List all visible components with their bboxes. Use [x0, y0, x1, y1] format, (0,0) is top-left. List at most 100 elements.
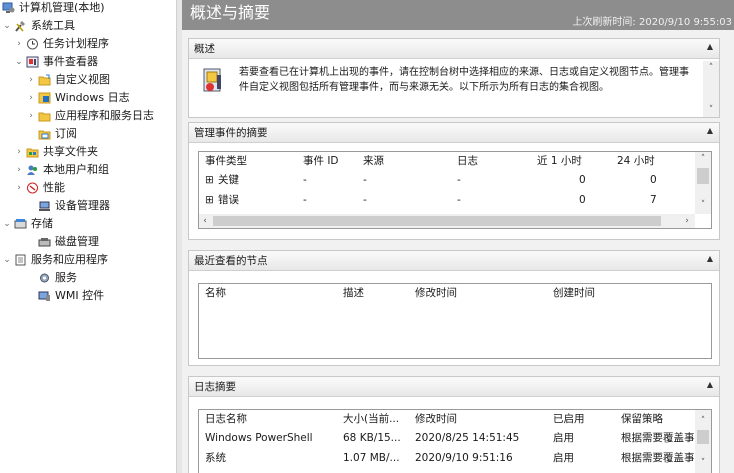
tree-node-shared-folders[interactable]: › 共享文件夹 — [14, 143, 176, 161]
column-header[interactable]: 事件 ID — [303, 154, 339, 169]
chevron-right-icon[interactable]: › — [26, 89, 36, 107]
scroll-down-icon[interactable]: ˅ — [697, 200, 709, 210]
column-header[interactable]: 名称 — [205, 286, 226, 301]
scroll-left-icon[interactable]: ‹ — [199, 216, 211, 226]
tree-node-computer-management[interactable]: 计算机管理(本地) — [0, 0, 176, 17]
tree-node-event-viewer[interactable]: ⌄ 事件查看器 — [14, 53, 176, 71]
tree-node-device-manager[interactable]: 设备管理器 — [26, 197, 176, 215]
overview-section: 概述 ▲ 若要查看已在计算机上出现的事件，请在控制台树中选择相应的来源、日志或自… — [188, 38, 720, 118]
section-header[interactable]: 管理事件的摘要 ▲ — [189, 123, 719, 143]
section-title: 管理事件的摘要 — [194, 127, 268, 139]
scroll-up-icon[interactable]: ˄ — [697, 154, 709, 164]
users-groups-icon — [27, 165, 37, 175]
column-header[interactable]: 保留策略 — [621, 412, 663, 427]
column-header[interactable]: 修改时间 — [415, 286, 457, 301]
chevron-down-icon[interactable]: ⌄ — [2, 215, 12, 233]
column-header[interactable]: 描述 — [343, 286, 364, 301]
tree-node-task-scheduler[interactable]: › 任务计划程序 — [14, 35, 176, 53]
tree-node-label: Windows 日志 — [55, 91, 130, 104]
column-header[interactable]: 来源 — [363, 154, 384, 169]
overview-scrollbar[interactable]: ˄ ˅ — [703, 61, 719, 117]
scroll-up-icon[interactable]: ˄ — [705, 63, 717, 73]
chevron-down-icon[interactable]: ⌄ — [14, 53, 24, 71]
scroll-up-icon[interactable]: ˄ — [697, 416, 709, 426]
summary-grid: 事件类型 事件 ID 来源 日志 近 1 小时 24 小时 ⊞ 关键 - - -… — [198, 151, 712, 229]
chevron-right-icon[interactable]: › — [14, 161, 24, 179]
chevron-right-icon[interactable]: › — [26, 107, 36, 125]
last-refresh-time: 上次刷新时间: 2020/9/10 9:55:03 — [572, 17, 732, 28]
log-summary-scrollbar[interactable]: ˄ ˅ — [695, 410, 711, 473]
table-cell: 根据需要覆盖事 — [621, 432, 695, 444]
summary-horizontal-scrollbar[interactable]: ‹ › — [199, 214, 695, 228]
scroll-thumb[interactable] — [697, 168, 709, 184]
chevron-down-icon[interactable]: ⌄ — [2, 17, 12, 35]
computer-management-icon — [2, 2, 15, 13]
tree-node-label: 设备管理器 — [55, 199, 110, 212]
column-header[interactable]: 已启用 — [553, 412, 585, 427]
column-header[interactable]: 日志 — [457, 154, 478, 169]
windows-logs-icon — [38, 92, 51, 104]
expand-icon[interactable]: ⊞ — [205, 173, 214, 188]
column-header[interactable]: 创建时间 — [553, 286, 595, 301]
tree-node-custom-views[interactable]: › 自定义视图 — [26, 71, 176, 89]
column-header[interactable]: 事件类型 — [205, 154, 247, 169]
overview-text: 若要查看已在计算机上出现的事件，请在控制台树中选择相应的来源、日志或自定义视图节… — [239, 67, 689, 93]
expand-icon[interactable]: ⊞ — [205, 193, 214, 208]
device-manager-icon — [39, 201, 50, 211]
section-header[interactable]: 日志摘要 ▲ — [189, 377, 719, 397]
tree-node-label: 性能 — [43, 181, 65, 194]
scroll-thumb[interactable] — [697, 430, 709, 444]
summary-vertical-scrollbar[interactable]: ˄ ˅ — [695, 152, 711, 214]
tree-node-disk-management[interactable]: 磁盘管理 — [26, 233, 176, 251]
table-cell: 根据需要覆盖事 — [621, 452, 695, 464]
collapse-icon[interactable]: ▲ — [707, 254, 713, 263]
pane-header: 概述与摘要 上次刷新时间: 2020/9/10 9:55:03 — [182, 0, 734, 30]
performance-icon — [27, 182, 38, 194]
console-tree[interactable]: 计算机管理(本地) ⌄ 系统工具 › 任务计划程序 ⌄ 事件查看器 › 自定义视… — [0, 0, 176, 473]
chevron-down-icon[interactable]: ⌄ — [2, 251, 12, 269]
column-header[interactable]: 近 1 小时 — [537, 154, 582, 169]
collapse-icon[interactable]: ▲ — [707, 126, 713, 135]
tree-node-services[interactable]: 服务 — [26, 269, 176, 287]
scroll-thumb[interactable] — [213, 216, 661, 226]
table-cell: 1.07 MB/... — [343, 452, 400, 464]
table-cell: 错误 — [218, 194, 239, 206]
disk-management-icon — [38, 238, 51, 247]
scroll-down-icon[interactable]: ˅ — [697, 458, 709, 468]
chevron-right-icon[interactable]: › — [14, 179, 24, 197]
collapse-icon[interactable]: ▲ — [707, 42, 713, 51]
column-header[interactable]: 修改时间 — [415, 412, 457, 427]
shared-folders-icon — [26, 148, 39, 158]
table-cell: 关键 — [218, 174, 239, 186]
scroll-down-icon[interactable]: ˅ — [705, 105, 717, 115]
column-header[interactable]: 24 小时 — [617, 154, 655, 169]
tree-node-system-tools[interactable]: ⌄ 系统工具 — [2, 17, 176, 35]
tree-node-subscriptions[interactable]: 订阅 — [26, 125, 176, 143]
chevron-right-icon[interactable]: › — [26, 71, 36, 89]
overview-pane: 概述与摘要 上次刷新时间: 2020/9/10 9:55:03 概述 ▲ 若要查… — [182, 0, 734, 473]
chevron-right-icon[interactable]: › — [14, 35, 24, 53]
scroll-right-icon[interactable]: › — [681, 216, 693, 226]
section-header[interactable]: 最近查看的节点 ▲ — [189, 251, 719, 271]
tree-node-services-apps[interactable]: ⌄ 服务和应用程序 — [2, 251, 176, 269]
tree-node-label: 服务和应用程序 — [31, 253, 108, 266]
tree-node-windows-logs[interactable]: › Windows 日志 — [26, 89, 176, 107]
tree-node-app-service-logs[interactable]: › 应用程序和服务日志 — [26, 107, 176, 125]
section-header[interactable]: 概述 ▲ — [189, 39, 719, 59]
column-header[interactable]: 大小(当前... — [343, 412, 399, 427]
table-cell: 0 — [650, 174, 657, 186]
table-cell: - — [303, 174, 307, 186]
collapse-icon[interactable]: ▲ — [707, 380, 713, 389]
tree-node-storage[interactable]: ⌄ 存储 — [2, 215, 176, 233]
services-apps-icon — [15, 254, 26, 266]
page-title: 概述与摘要 — [190, 3, 271, 22]
chevron-right-icon[interactable]: › — [14, 143, 24, 161]
tree-node-wmi-control[interactable]: WMI 控件 — [26, 287, 176, 305]
table-cell: 0 — [579, 194, 586, 206]
tree-node-label: 任务计划程序 — [43, 37, 109, 50]
tree-node-label: 本地用户和组 — [43, 163, 109, 176]
summary-section: 管理事件的摘要 ▲ 事件类型 事件 ID 来源 日志 近 1 小时 24 小时 … — [188, 122, 720, 240]
tree-node-performance[interactable]: › 性能 — [14, 179, 176, 197]
column-header[interactable]: 日志名称 — [205, 412, 247, 427]
tree-node-local-users[interactable]: › 本地用户和组 — [14, 161, 176, 179]
